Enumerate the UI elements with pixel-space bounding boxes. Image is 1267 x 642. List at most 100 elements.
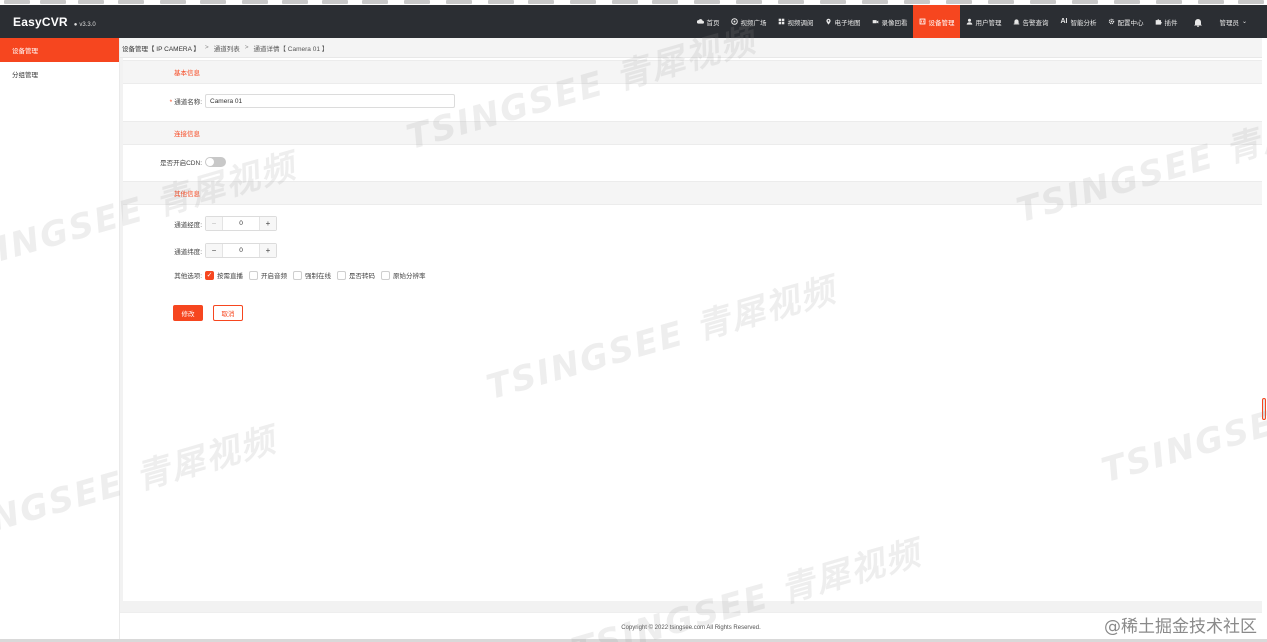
- options-checkbox-group: ✓ 按需直播 开启音频 强制在线 是否转码 原始分辨率: [205, 270, 432, 280]
- app-brand[interactable]: EasyCVR ● v3.3.0: [0, 15, 120, 29]
- alarm-icon: [1014, 19, 1020, 25]
- breadcrumb-channel-list[interactable]: 通道列表: [214, 43, 240, 53]
- cloud-icon: [697, 19, 705, 24]
- nav-alarm-query[interactable]: 告警查询: [1007, 5, 1054, 38]
- channel-name-row: * 通道名称: Camera 01: [123, 94, 455, 108]
- footer: Copyright © 2022 tsingsee.com All Rights…: [120, 612, 1262, 642]
- bell-icon: [1194, 18, 1203, 27]
- grid-icon: [779, 18, 785, 25]
- compass-icon: [731, 18, 739, 25]
- notifications-button[interactable]: [1183, 5, 1213, 38]
- latitude-value[interactable]: 0: [222, 244, 260, 257]
- nav-label: 首页: [706, 19, 720, 27]
- checkbox: [337, 270, 346, 280]
- main-content: 设备管理【 IP CAMERA 】 > 通道列表 > 通道详情【 Camera …: [120, 38, 1262, 642]
- app-name: EasyCVR: [13, 14, 68, 29]
- checkbox: [293, 270, 302, 280]
- nav-plugins[interactable]: 插件: [1149, 5, 1183, 38]
- nav-user-management[interactable]: 用户管理: [960, 5, 1007, 38]
- nav-label: 录像回看: [881, 19, 908, 27]
- map-pin-icon: [826, 18, 832, 25]
- section-title: 其他信息: [174, 191, 200, 198]
- cdn-row: 是否开启CDN:: [123, 157, 226, 167]
- nav-label: 智能分析: [1070, 19, 1097, 27]
- nav-label: 设备管理: [928, 19, 955, 27]
- channel-detail-form: 基本信息 * 通道名称: Camera 01 连接信息 是否开启CDN: 其他信息…: [123, 58, 1262, 601]
- latitude-row: 通道纬度: − 0 +: [123, 243, 277, 258]
- options-row: 其他选项: ✓ 按需直播 开启音频 强制在线 是否转码 原始分辨率: [123, 270, 432, 280]
- sidebar-item-label: 分组管理: [12, 72, 38, 79]
- device-icon: [920, 18, 926, 25]
- nav-video-square[interactable]: 视频广场: [725, 5, 772, 38]
- main-nav: 首页 视频广场 视频调阅 电子地图 录像回看 设备管理 用户管理 告警查询 AI…: [691, 5, 1253, 38]
- latitude-increment-button[interactable]: +: [260, 244, 276, 257]
- nav-label: 电子地图: [834, 19, 861, 27]
- longitude-decrement-button[interactable]: −: [206, 217, 222, 230]
- latitude-stepper: − 0 +: [205, 243, 277, 258]
- nav-device-management[interactable]: 设备管理: [913, 5, 961, 38]
- options-label: 其他选项:: [174, 273, 202, 280]
- top-header: EasyCVR ● v3.3.0 首页 视频广场 视频调阅 电子地图 录像回看 …: [0, 5, 1267, 38]
- breadcrumb-separator: >: [244, 44, 249, 51]
- longitude-stepper: − 0 +: [205, 216, 277, 231]
- ai-icon: AI: [1060, 18, 1068, 25]
- nav-video-browse[interactable]: 视频调阅: [772, 5, 819, 38]
- channel-name-input[interactable]: Camera 01: [205, 94, 455, 108]
- user-menu[interactable]: 管理员 ⌄: [1213, 5, 1253, 38]
- nav-map[interactable]: 电子地图: [819, 5, 866, 38]
- sidebar: 设备管理 分组管理: [0, 38, 120, 642]
- nav-label: 告警查询: [1022, 19, 1049, 27]
- checkbox: [249, 270, 258, 280]
- submit-button[interactable]: 修改: [173, 305, 203, 321]
- latitude-decrement-button[interactable]: −: [206, 244, 222, 257]
- toggle-knob: [206, 158, 214, 166]
- checkbox-checked: ✓: [205, 270, 214, 280]
- breadcrumb-separator: >: [204, 44, 209, 51]
- longitude-value[interactable]: 0: [222, 217, 260, 230]
- nav-playback[interactable]: 录像回看: [866, 5, 913, 38]
- option-enable-audio[interactable]: 开启音频: [249, 270, 287, 280]
- checkbox: [381, 270, 390, 280]
- puzzle-icon: [1156, 19, 1163, 25]
- corner-watermark: @稀土掘金技术社区: [1104, 617, 1257, 637]
- option-on-demand-live[interactable]: ✓ 按需直播: [205, 270, 243, 280]
- section-connection-info: 连接信息: [123, 121, 1262, 145]
- cancel-button[interactable]: 取消: [213, 305, 243, 321]
- channel-name-label: * 通道名称:: [169, 99, 202, 106]
- section-basic-info: 基本信息: [123, 60, 1262, 84]
- breadcrumb-device[interactable]: 设备管理【 IP CAMERA 】: [122, 43, 200, 53]
- nav-label: 视频广场: [740, 19, 767, 27]
- option-original-resolution[interactable]: 原始分辨率: [381, 270, 426, 280]
- longitude-row: 通道经度: − 0 +: [123, 216, 277, 231]
- nav-label: 用户管理: [975, 19, 1002, 27]
- cdn-toggle[interactable]: [205, 157, 226, 167]
- longitude-increment-button[interactable]: +: [260, 217, 276, 230]
- copyright-text: Copyright © 2022 tsingsee.com All Rights…: [621, 624, 761, 631]
- sidebar-item-group-management[interactable]: 分组管理: [0, 62, 119, 86]
- option-force-online[interactable]: 强制在线: [293, 270, 331, 280]
- nav-label: 视频调阅: [787, 19, 814, 27]
- section-other-info: 其他信息: [123, 181, 1262, 205]
- gear-icon: [1109, 18, 1115, 25]
- app-version: v3.3.0: [79, 21, 96, 28]
- version-dot: ●: [73, 21, 78, 28]
- cdn-label: 是否开启CDN:: [160, 160, 202, 167]
- latitude-label: 通道纬度:: [174, 248, 202, 256]
- chevron-down-icon: ⌄: [1241, 19, 1247, 25]
- nav-home[interactable]: 首页: [691, 5, 725, 38]
- user-name: 管理员: [1219, 19, 1239, 27]
- sidebar-item-label: 设备管理: [12, 48, 38, 55]
- sidebar-item-device-management[interactable]: 设备管理: [0, 38, 119, 62]
- nav-config-center[interactable]: 配置中心: [1102, 5, 1149, 38]
- nav-label: 插件: [1164, 19, 1178, 27]
- scrollbar-thumb[interactable]: [1262, 398, 1266, 420]
- section-title: 连接信息: [174, 131, 200, 138]
- nav-ai-analysis[interactable]: AI 智能分析: [1054, 5, 1102, 38]
- option-transcode[interactable]: 是否转码: [337, 270, 375, 280]
- longitude-label: 通道经度:: [174, 221, 202, 229]
- video-camera-icon: [873, 20, 879, 24]
- section-title: 基本信息: [174, 70, 200, 77]
- breadcrumb: 设备管理【 IP CAMERA 】 > 通道列表 > 通道详情【 Camera …: [120, 38, 1262, 58]
- nav-label: 配置中心: [1117, 19, 1144, 27]
- breadcrumb-channel-detail: 通道详情【 Camera 01 】: [253, 45, 329, 53]
